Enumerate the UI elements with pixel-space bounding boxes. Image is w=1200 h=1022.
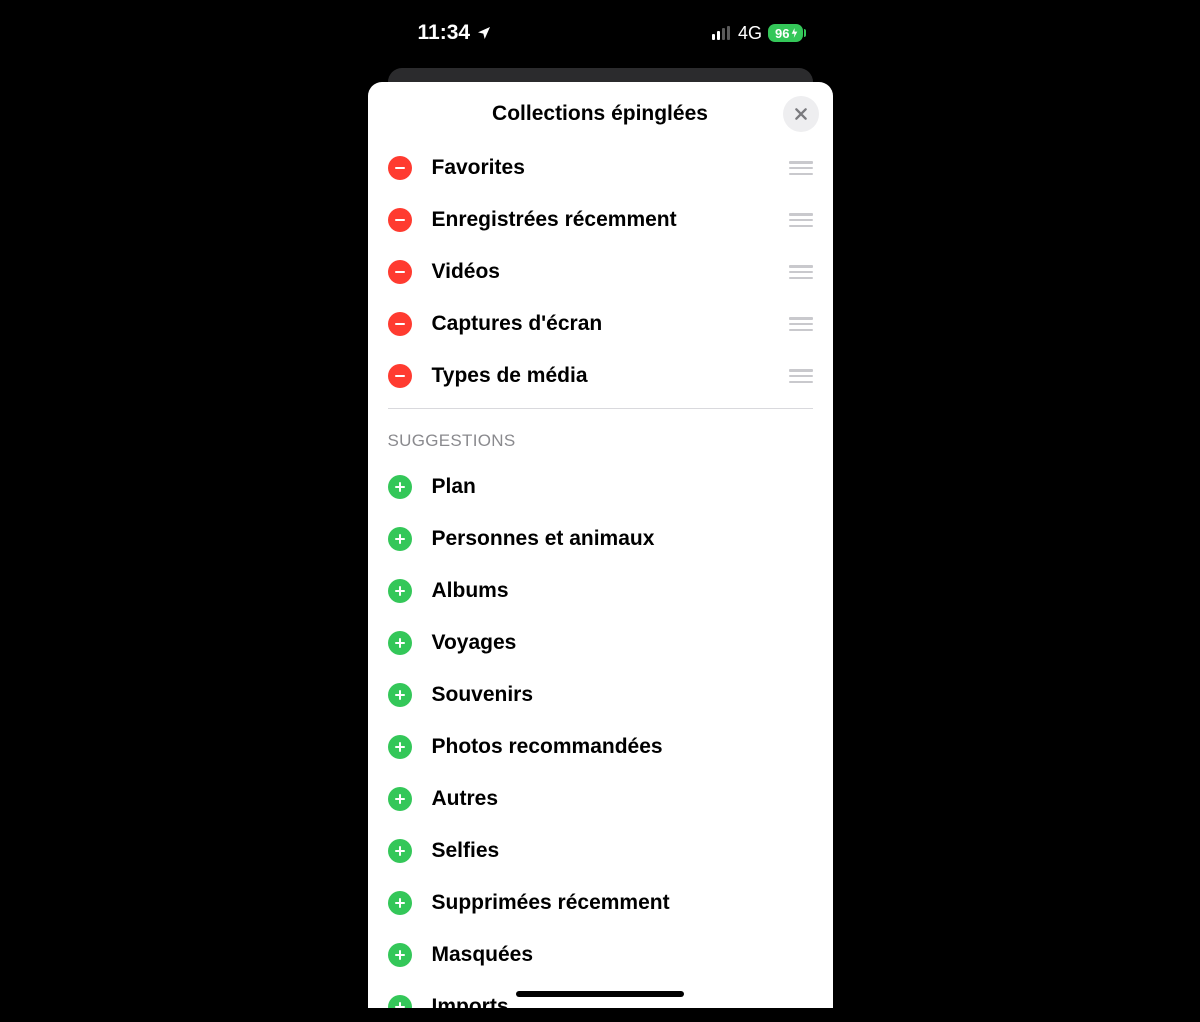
add-button[interactable] <box>388 995 412 1008</box>
remove-button[interactable] <box>388 260 412 284</box>
separator <box>388 408 813 409</box>
minus-icon <box>394 162 406 174</box>
add-button[interactable] <box>388 527 412 551</box>
minus-icon <box>394 370 406 382</box>
phone-screen: 11:34 4G 96 Collections épinglées <box>368 0 833 1008</box>
plus-icon <box>394 741 406 753</box>
close-button[interactable] <box>783 96 819 132</box>
plus-icon <box>394 1001 406 1008</box>
status-bar: 11:34 4G 96 <box>368 0 833 54</box>
sheet-content: Favorites Enregistrées récemment Vidéos <box>368 142 833 1008</box>
minus-icon <box>394 318 406 330</box>
remove-button[interactable] <box>388 312 412 336</box>
plus-icon <box>394 637 406 649</box>
remove-button[interactable] <box>388 364 412 388</box>
add-button[interactable] <box>388 943 412 967</box>
suggestion-row: Autres <box>388 773 813 825</box>
plus-icon <box>394 689 406 701</box>
battery-icon: 96 <box>768 24 802 42</box>
suggestion-row: Plan <box>388 461 813 513</box>
pinned-label: Captures d'écran <box>432 312 769 336</box>
pinned-row: Enregistrées récemment <box>388 194 813 246</box>
suggestions-title: SUGGESTIONS <box>388 413 813 461</box>
plus-icon <box>394 585 406 597</box>
suggestion-label: Supprimées récemment <box>432 891 813 915</box>
suggestion-label: Autres <box>432 787 813 811</box>
suggestion-row: Supprimées récemment <box>388 877 813 929</box>
sheet-header: Collections épinglées <box>368 82 833 142</box>
add-button[interactable] <box>388 839 412 863</box>
location-icon <box>476 25 492 41</box>
plus-icon <box>394 897 406 909</box>
add-button[interactable] <box>388 579 412 603</box>
add-button[interactable] <box>388 631 412 655</box>
home-indicator[interactable] <box>516 991 684 997</box>
plus-icon <box>394 949 406 961</box>
pinned-row: Captures d'écran <box>388 298 813 350</box>
plus-icon <box>394 793 406 805</box>
suggestion-label: Voyages <box>432 631 813 655</box>
suggestion-row: Masquées <box>388 929 813 981</box>
remove-button[interactable] <box>388 156 412 180</box>
status-time: 11:34 <box>418 21 471 45</box>
minus-icon <box>394 266 406 278</box>
plus-icon <box>394 533 406 545</box>
drag-handle[interactable] <box>789 213 813 227</box>
suggestion-label: Plan <box>432 475 813 499</box>
drag-handle[interactable] <box>789 369 813 383</box>
battery-level: 96 <box>775 26 789 41</box>
close-icon <box>793 106 809 122</box>
add-button[interactable] <box>388 475 412 499</box>
add-button[interactable] <box>388 787 412 811</box>
plus-icon <box>394 845 406 857</box>
suggestion-label: Selfies <box>432 839 813 863</box>
suggestion-label: Masquées <box>432 943 813 967</box>
add-button[interactable] <box>388 891 412 915</box>
drag-handle[interactable] <box>789 317 813 331</box>
minus-icon <box>394 214 406 226</box>
suggestion-row: Personnes et animaux <box>388 513 813 565</box>
modal-sheet: Collections épinglées Favorites Enregist <box>368 82 833 1008</box>
pinned-row: Favorites <box>388 142 813 194</box>
suggestion-label: Souvenirs <box>432 683 813 707</box>
sheet-title: Collections épinglées <box>368 102 833 126</box>
pinned-label: Types de média <box>432 364 769 388</box>
pinned-row: Types de média <box>388 350 813 402</box>
suggestion-label: Albums <box>432 579 813 603</box>
pinned-label: Favorites <box>432 156 769 180</box>
plus-icon <box>394 481 406 493</box>
signal-icon <box>712 26 731 40</box>
suggestion-row: Souvenirs <box>388 669 813 721</box>
pinned-label: Vidéos <box>432 260 769 284</box>
remove-button[interactable] <box>388 208 412 232</box>
pinned-row: Vidéos <box>388 246 813 298</box>
status-right: 4G 96 <box>712 23 803 44</box>
drag-handle[interactable] <box>789 265 813 279</box>
suggestion-label: Photos recommandées <box>432 735 813 759</box>
suggestion-row: Selfies <box>388 825 813 877</box>
network-label: 4G <box>738 23 762 44</box>
suggestion-label: Personnes et animaux <box>432 527 813 551</box>
suggestion-row: Voyages <box>388 617 813 669</box>
drag-handle[interactable] <box>789 161 813 175</box>
suggestion-row: Photos recommandées <box>388 721 813 773</box>
status-left: 11:34 <box>418 21 493 45</box>
suggestion-row: Albums <box>388 565 813 617</box>
pinned-label: Enregistrées récemment <box>432 208 769 232</box>
add-button[interactable] <box>388 735 412 759</box>
add-button[interactable] <box>388 683 412 707</box>
